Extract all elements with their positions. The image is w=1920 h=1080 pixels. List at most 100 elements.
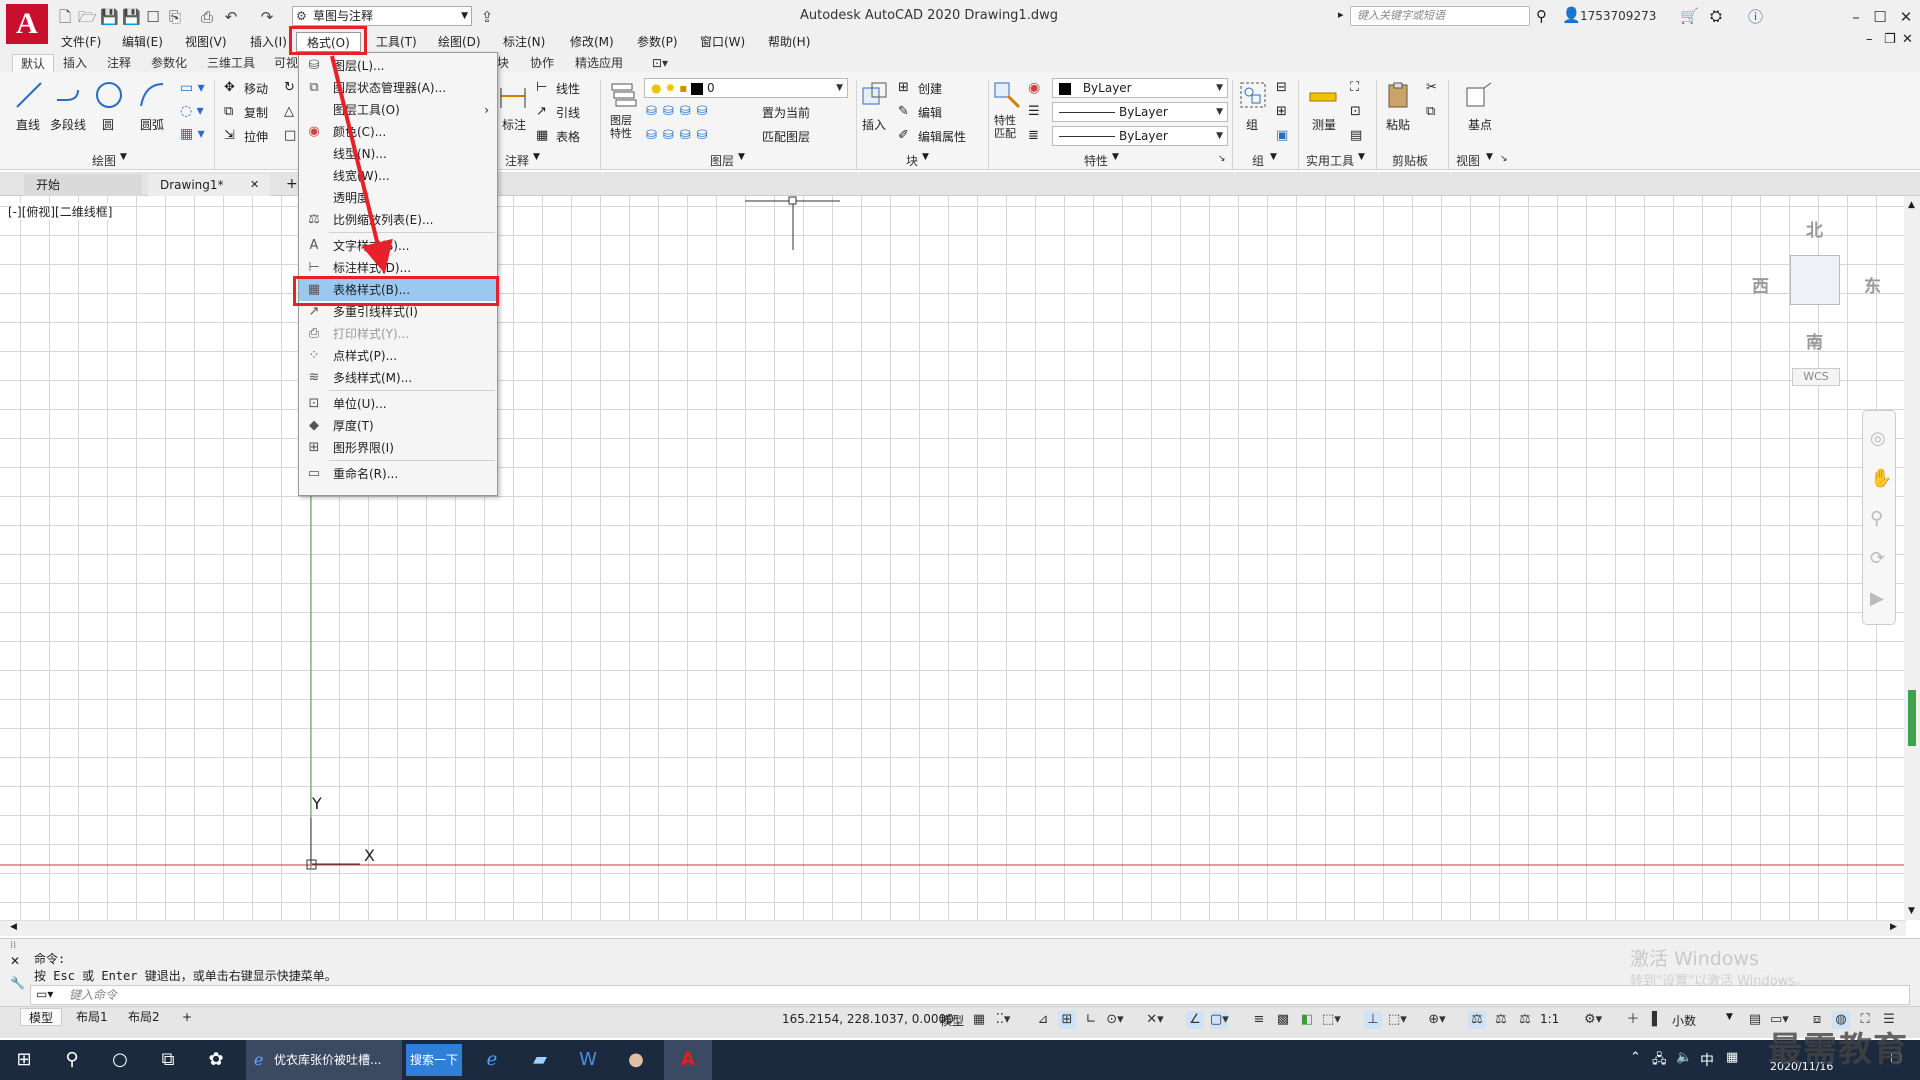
set-current-button[interactable]: 置为当前 <box>762 104 810 121</box>
annotation-scale-icon[interactable]: ⚖ <box>1516 1011 1534 1029</box>
gradient-icon[interactable]: ▦ ▾ <box>180 126 205 142</box>
a360-icon[interactable]: ⛭ <box>1710 7 1722 25</box>
lineweight-icon[interactable]: ☰ <box>1028 104 1040 119</box>
ime-indicator[interactable]: 中 <box>1700 1050 1714 1070</box>
wcs-menu[interactable]: WCS <box>1792 368 1840 386</box>
menu-edit[interactable]: 编辑(E) <box>122 32 163 52</box>
scroll-left-arrow[interactable]: ◀ <box>10 922 17 932</box>
save-as-icon[interactable]: 💾 <box>122 8 141 26</box>
command-prompt-icon[interactable]: ▭▾ <box>36 987 53 1001</box>
paste-button[interactable]: 粘贴 <box>1386 116 1410 133</box>
move-button[interactable]: 移动 <box>244 80 268 97</box>
menu-view[interactable]: 视图(V) <box>185 32 227 52</box>
wps-icon[interactable]: W <box>564 1040 612 1080</box>
polyline-button[interactable]: 多段线 <box>50 116 86 133</box>
app-menu-button[interactable]: A <box>6 4 48 44</box>
search-icon[interactable]: ⚲ <box>48 1040 96 1080</box>
menu-modify[interactable]: 修改(M) <box>570 32 614 52</box>
linear-button[interactable]: 线性 <box>556 80 580 97</box>
measure-button[interactable]: 测量 <box>1312 116 1336 133</box>
pan-icon[interactable]: ✋ <box>1870 468 1892 489</box>
tray-expand-icon[interactable]: ⌃ <box>1630 1050 1641 1065</box>
user-name[interactable]: 1753709273 <box>1580 9 1656 23</box>
units-value[interactable]: 小数 <box>1672 1012 1696 1029</box>
scroll-thumb[interactable] <box>1908 690 1916 746</box>
linear-icon[interactable]: ⊢ <box>536 80 547 95</box>
format-menu-item[interactable]: 线宽(W)... <box>299 165 497 187</box>
horizontal-scrollbar[interactable] <box>0 920 1906 936</box>
ribbon-tab-block[interactable]: 块 <box>497 54 509 72</box>
chevron-down-icon[interactable]: ▼ <box>120 152 127 162</box>
viewcube-west[interactable]: 西 <box>1752 272 1769 297</box>
rotate-icon[interactable]: ↻ <box>284 80 295 95</box>
copy-button[interactable]: 复制 <box>244 104 268 121</box>
mirror-icon[interactable]: △ <box>284 104 294 119</box>
annotation-scale-value[interactable]: 1:1 <box>1540 1012 1559 1026</box>
undo-icon[interactable]: ↶ <box>222 8 240 26</box>
chevron-down-icon[interactable]: ▼ <box>1726 1012 1733 1022</box>
steering-wheel-icon[interactable]: ◎ <box>1870 428 1886 449</box>
calculator-icon[interactable]: ▤ <box>1350 128 1362 143</box>
group-select-icon[interactable]: ▣ <box>1276 128 1288 143</box>
polyline-icon[interactable] <box>52 78 86 112</box>
zoom-icon[interactable]: ⚲ <box>1870 508 1883 529</box>
format-menu-item[interactable]: ◆ 厚度(T) <box>299 415 497 437</box>
new-tab-button[interactable]: + <box>286 176 298 192</box>
share-icon[interactable]: ⇪ <box>478 8 496 26</box>
viewcube-north[interactable]: 北 <box>1806 216 1823 241</box>
viewcube-top-face[interactable] <box>1790 255 1840 305</box>
scroll-right-arrow[interactable]: ▶ <box>1890 922 1897 932</box>
cart-icon[interactable]: 🛒 <box>1680 7 1699 25</box>
menu-file[interactable]: 文件(F) <box>61 32 101 52</box>
layers-panel-title[interactable]: 图层 <box>710 152 734 169</box>
format-menu-item[interactable]: 图层工具(O) › <box>299 99 497 121</box>
menu-tools[interactable]: 工具(T) <box>376 32 417 52</box>
layer-tools-row2-icon[interactable]: ⛁⛁⛁⛁ <box>646 128 714 143</box>
utilities-panel-title[interactable]: 实用工具 <box>1306 152 1354 169</box>
isodraft-icon[interactable]: ✕▾ <box>1146 1011 1164 1029</box>
edit-attribute-button[interactable]: 编辑属性 <box>918 128 966 145</box>
hatch-icon[interactable]: ◌ ▾ <box>180 103 204 119</box>
auto-scale-icon[interactable]: ⚖ <box>1492 1011 1510 1029</box>
cut-icon[interactable]: ✂ <box>1426 80 1437 95</box>
app-avatar-icon[interactable]: ● <box>612 1040 660 1080</box>
chevron-down-icon[interactable]: ▼ <box>1112 152 1119 162</box>
line-button[interactable]: 直线 <box>16 116 40 133</box>
ribbon-tab-collaborate[interactable]: 协作 <box>530 54 554 72</box>
group-button[interactable]: 组 <box>1246 116 1258 133</box>
web-mobile-icon[interactable]: ☐ <box>144 8 162 26</box>
base-view-icon[interactable] <box>1462 78 1496 112</box>
group-edit-icon[interactable]: ⊞ <box>1276 104 1287 119</box>
grid-icon[interactable]: ▦ <box>970 1011 988 1029</box>
chevron-down-icon[interactable]: ▼ <box>1486 152 1493 162</box>
object-snap-icon[interactable]: ▢▾ <box>1210 1011 1229 1029</box>
format-menu-item[interactable]: ⁘ 点样式(P)... <box>299 345 497 367</box>
paste-icon[interactable] <box>1382 78 1416 112</box>
table-icon[interactable]: ▦ <box>536 128 548 143</box>
doc-minimize-button[interactable]: – <box>1866 32 1873 47</box>
draw-panel-title[interactable]: 绘图 <box>92 152 116 169</box>
ribbon-tab-3d[interactable]: 三维工具 <box>207 54 255 72</box>
dimension-icon[interactable] <box>496 80 530 114</box>
open-icon[interactable]: 🗁 <box>78 8 97 26</box>
table-button[interactable]: 表格 <box>556 128 580 145</box>
viewcube-east[interactable]: 东 <box>1864 272 1881 297</box>
grip-icon[interactable]: ⁞⁞ <box>10 940 16 951</box>
windows-start-icon[interactable]: ⊞ <box>0 1040 48 1080</box>
showmotion-icon[interactable]: ▶ <box>1870 588 1884 609</box>
leader-icon[interactable]: ↗ <box>536 104 547 119</box>
workspace-switch-icon[interactable]: ⚙▾ <box>1584 1011 1602 1029</box>
network-icon[interactable]: 🖧 <box>1652 1050 1667 1072</box>
save-icon[interactable]: 💾 <box>100 8 119 26</box>
menu-parametric[interactable]: 参数(P) <box>637 32 678 52</box>
chevron-down-icon[interactable]: ▼ <box>922 152 929 162</box>
layer-properties-icon[interactable] <box>606 78 640 112</box>
notepad-icon[interactable]: ▰ <box>516 1040 564 1080</box>
model-space-button[interactable]: 模型 <box>940 1012 964 1029</box>
binoculars-icon[interactable]: ⚲ <box>1536 7 1547 25</box>
doc-restore-button[interactable]: ❐ <box>1884 32 1896 47</box>
format-menu-item[interactable]: ⎙ 打印样式(Y)... <box>299 323 497 345</box>
coordinates-readout[interactable]: 165.2154, 228.1037, 0.0000 <box>782 1012 954 1026</box>
format-menu-item[interactable]: ≋ 多线样式(M)... <box>299 367 497 389</box>
rectangle-icon[interactable]: ▭ ▾ <box>180 80 205 96</box>
